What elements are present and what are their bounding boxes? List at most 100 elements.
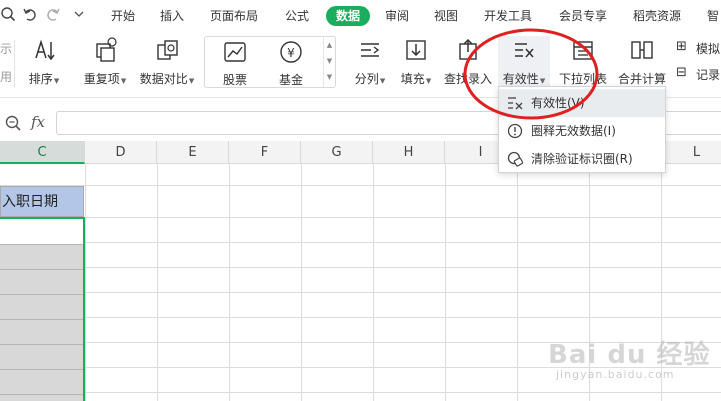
lookup-entry-button[interactable]: 查找录入 bbox=[444, 36, 492, 92]
quick-access-dropdown-icon[interactable] bbox=[73, 6, 91, 24]
print-preview-icon[interactable] bbox=[0, 6, 18, 24]
tab-resources[interactable]: 稻壳资源 bbox=[633, 6, 681, 26]
dropdown-list-label: 下拉列表 bbox=[558, 72, 607, 86]
tab-view[interactable]: 视图 bbox=[434, 6, 458, 26]
tab-smart-clipped[interactable]: 智 bbox=[707, 6, 719, 26]
column-header-l[interactable]: L bbox=[661, 141, 721, 164]
chevron-down-icon: ▼ bbox=[425, 77, 432, 85]
duplicates-icon bbox=[96, 37, 117, 62]
chevron-up-icon[interactable]: ▲ bbox=[324, 37, 335, 53]
chevron-down-icon: ▼ bbox=[188, 77, 195, 85]
record-label: 记录 bbox=[696, 68, 721, 82]
grid-line bbox=[0, 342, 721, 343]
tab-review[interactable]: 审阅 bbox=[385, 6, 409, 26]
menu-item-label: 圈释无效数据(I) bbox=[531, 124, 616, 138]
split-column-label: 分列 bbox=[354, 72, 379, 86]
consolidate-button[interactable]: 合并计算 bbox=[616, 36, 668, 92]
svg-text:¥: ¥ bbox=[287, 46, 295, 60]
chevron-down-icon: ▼ bbox=[120, 77, 127, 85]
gallery-expand-icon[interactable]: ▼ bbox=[324, 69, 335, 85]
gallery-scrollbar[interactable]: ▲ ▼ ▼ bbox=[323, 37, 335, 87]
grid-line bbox=[0, 217, 721, 218]
chevron-down-icon: ▼ bbox=[379, 77, 386, 85]
tab-home[interactable]: 开始 bbox=[111, 6, 135, 26]
tab-page-layout[interactable]: 页面布局 bbox=[210, 6, 258, 26]
menu-item-validity[interactable]: 有效性(V) bbox=[499, 89, 665, 117]
tab-insert[interactable]: 插入 bbox=[160, 6, 184, 26]
grid-line bbox=[0, 244, 83, 245]
column-header-g[interactable]: G bbox=[301, 141, 373, 164]
fill-down-icon bbox=[406, 40, 426, 60]
tab-developer[interactable]: 开发工具 bbox=[484, 6, 532, 26]
stocks-label: 股票 bbox=[222, 73, 247, 87]
validity-icon bbox=[515, 43, 534, 58]
consolidate-label: 合并计算 bbox=[617, 72, 666, 86]
simulate-button[interactable]: ⊞ 模拟 bbox=[676, 38, 721, 58]
split-column-button[interactable]: 分列▼ bbox=[350, 36, 390, 92]
chevron-down-icon: ▼ bbox=[539, 77, 546, 85]
grid-line bbox=[517, 164, 518, 401]
grid-line bbox=[0, 267, 721, 268]
sort-icon bbox=[35, 39, 55, 61]
clear-circles-icon bbox=[507, 151, 523, 167]
menu-item-clear-circles[interactable]: 清除验证标识圈(R) bbox=[499, 145, 665, 173]
fx-function-icon[interactable]: fx bbox=[31, 113, 45, 131]
grid-line bbox=[229, 164, 230, 401]
sort-button[interactable]: 排序▼ bbox=[24, 36, 64, 92]
cell-c-header[interactable]: 入职日期 bbox=[0, 186, 84, 217]
zoom-search-icon[interactable] bbox=[4, 114, 22, 135]
consolidate-icon bbox=[631, 41, 653, 59]
split-column-icon bbox=[361, 43, 380, 57]
ribbon-separator bbox=[14, 40, 15, 88]
grid-line bbox=[0, 292, 721, 293]
column-header-c[interactable]: C bbox=[0, 141, 85, 164]
funds-button[interactable]: ¥ 基金 bbox=[271, 37, 311, 93]
chevron-down-icon[interactable]: ▼ bbox=[324, 53, 335, 69]
tab-formulas[interactable]: 公式 bbox=[285, 6, 309, 26]
grid-line bbox=[0, 269, 83, 270]
menu-item-circle-invalid[interactable]: 圈释无效数据(I) bbox=[499, 117, 665, 145]
stocks-button[interactable]: 股票 bbox=[215, 37, 255, 93]
dropdown-list-button[interactable]: 下拉列表 bbox=[557, 36, 609, 92]
spreadsheet-grid[interactable]: 入职日期 bbox=[0, 164, 721, 401]
chevron-down-icon: ▼ bbox=[53, 77, 60, 85]
menu-item-label: 清除验证标识圈(R) bbox=[531, 152, 633, 166]
grid-line bbox=[301, 164, 302, 401]
column-header-e[interactable]: E bbox=[157, 141, 229, 164]
grid-line bbox=[157, 164, 158, 401]
duplicates-button[interactable]: 重复项▼ bbox=[80, 36, 130, 92]
yen-coin-icon: ¥ bbox=[280, 41, 302, 63]
simulate-icon: ⊞ bbox=[676, 39, 687, 54]
lookup-entry-icon bbox=[459, 38, 477, 60]
clipped-ribbon-text: 示 bbox=[0, 42, 13, 56]
selected-range-c[interactable] bbox=[0, 217, 85, 401]
grid-line bbox=[0, 369, 83, 370]
grid-line bbox=[0, 344, 83, 345]
data-compare-label: 数据对比 bbox=[139, 72, 188, 86]
record-button[interactable]: ⊟ 记录 bbox=[676, 64, 721, 84]
validity-dropdown-menu: 有效性(V) 圈释无效数据(I) 清除验证标识圈(R) bbox=[498, 86, 666, 173]
active-cell[interactable] bbox=[0, 219, 83, 244]
fill-label: 填充 bbox=[400, 72, 425, 86]
grid-line bbox=[445, 164, 446, 401]
column-header-f[interactable]: F bbox=[229, 141, 301, 164]
data-compare-icon bbox=[157, 40, 178, 60]
data-compare-button[interactable]: 数据对比▼ bbox=[138, 36, 196, 92]
tab-data[interactable]: 数据 bbox=[326, 6, 371, 26]
column-header-h[interactable]: H bbox=[373, 141, 445, 164]
grid-line bbox=[589, 164, 590, 401]
fill-button[interactable]: 填充▼ bbox=[396, 36, 436, 92]
duplicates-label: 重复项 bbox=[83, 72, 120, 86]
grid-line bbox=[0, 242, 721, 243]
validity-button[interactable]: 有效性▼ bbox=[498, 36, 550, 92]
grid-line bbox=[0, 185, 721, 186]
undo-icon[interactable] bbox=[22, 6, 40, 24]
clipped-ribbon-text: 用 bbox=[0, 70, 13, 84]
column-header-d[interactable]: D bbox=[85, 141, 157, 164]
grid-line bbox=[0, 392, 721, 393]
dropdown-list-icon bbox=[573, 41, 593, 60]
redo-icon[interactable] bbox=[45, 6, 63, 24]
simulate-label: 模拟 bbox=[696, 42, 721, 56]
record-icon: ⊟ bbox=[676, 65, 687, 80]
tab-membership[interactable]: 会员专享 bbox=[559, 6, 607, 26]
